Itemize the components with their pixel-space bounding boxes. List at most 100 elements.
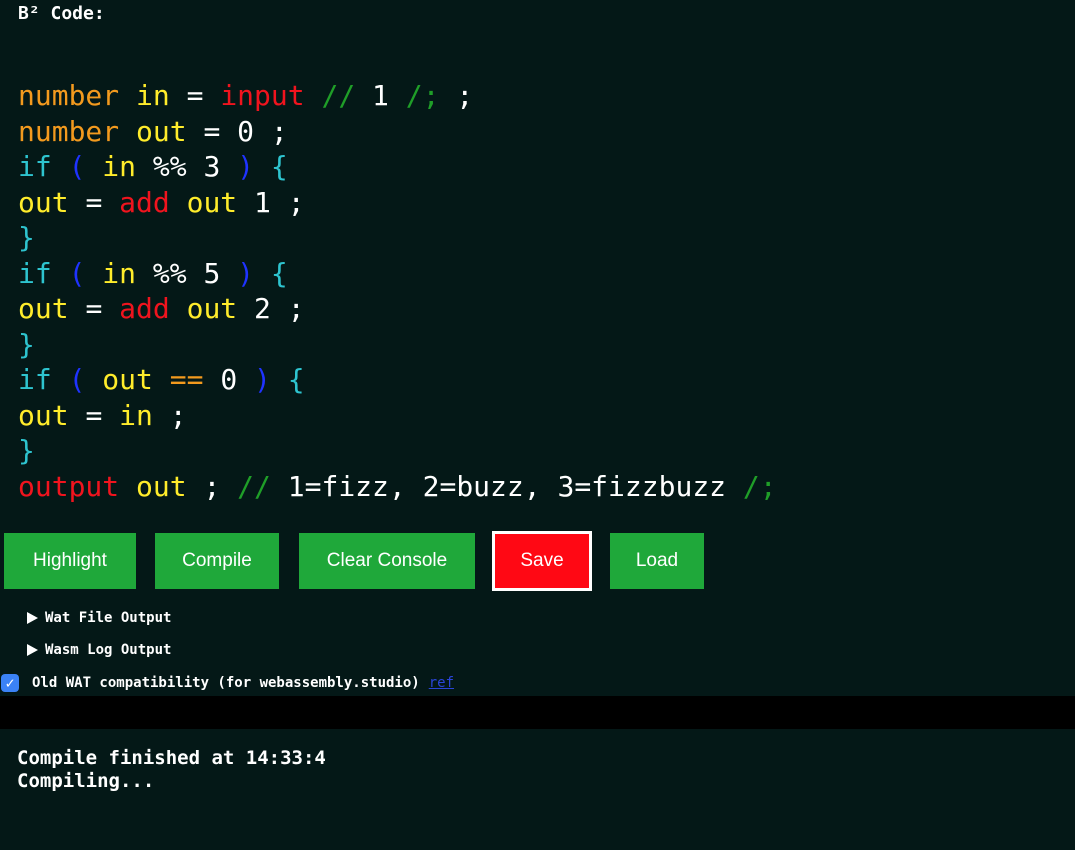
page: B² Code: number in = input // 1 /; ; numb… [0,0,1075,850]
code-line: out = add out 2 ; [18,291,1058,327]
code-line: number in = input // 1 /; ; [18,78,1058,114]
code-token: add [119,292,170,325]
code-token: ) [237,256,255,290]
code-token: = [85,292,103,325]
code-token: 1 [372,79,389,112]
highlight-button[interactable]: Highlight [4,533,136,589]
code-token: = [85,185,103,219]
code-token: } [18,434,35,467]
code-token: ; [287,185,305,219]
code-token: input [220,79,305,112]
code-token: out [136,469,187,503]
code-line: } [18,327,1058,363]
code-token: = [85,398,103,432]
code-token: = [203,114,221,148]
load-button[interactable]: Load [610,533,704,589]
code-token: 0 [237,114,255,148]
compat-checkbox[interactable]: ✓ [1,674,19,692]
code-token: ( [68,150,86,183]
code-token: { [287,363,305,396]
code-token: { [270,256,288,290]
code-token: add [119,185,170,219]
code-token: } [18,327,35,361]
code-token: out [186,292,238,325]
code-token: out [136,114,187,148]
code-token: %% [152,256,187,290]
disclosure-triangle-icon [27,644,38,656]
code-token: %% [152,150,187,183]
code-token: 0 [220,363,238,396]
code-token: } [18,221,35,254]
code-token: output [18,469,120,503]
console-line: Compile finished at 14:33:4 [17,747,326,769]
code-token: ; [456,79,474,112]
ref-link[interactable]: ref [429,675,454,691]
code-token: 1 [254,185,271,219]
code-token: ) [254,363,271,396]
code-token: out [186,185,238,219]
compile-button[interactable]: Compile [155,533,279,589]
compat-label: Old WAT compatibility (for webassembly.s… [32,675,420,691]
code-editor[interactable]: number in = input // 1 /; ; number out = … [18,78,1058,504]
code-token: in [102,256,137,290]
code-token: out [18,185,69,219]
code-token: // [237,469,271,503]
clear-console-button[interactable]: Clear Console [299,533,475,589]
code-token: number [18,79,120,112]
code-line: } [18,433,1058,469]
code-line: if ( out == 0 ) { [18,362,1058,398]
code-token: if [18,256,52,290]
code-token: ; [270,114,288,148]
wat-output-label: Wat File Output [45,610,172,626]
code-token: /; [742,469,777,503]
code-token: number [18,114,120,148]
console-output: Compile finished at 14:33:4 Compiling... [17,747,326,793]
code-token: { [270,150,288,183]
code-token: /; [405,79,440,112]
code-token: 1=fizz, 2=buzz, 3=fizzbuzz [287,469,727,503]
code-line: if ( in %% 3 ) { [18,149,1058,185]
save-button[interactable]: Save [492,531,592,591]
wasm-log-toggle[interactable]: Wasm Log Output [27,642,171,658]
checkmark-icon: ✓ [5,674,15,692]
code-token: == [169,363,204,396]
code-token: ( [68,256,86,290]
code-line: output out ; // 1=fizz, 2=buzz, 3=fizzbu… [18,469,1058,505]
console-divider [0,696,1075,729]
code-token: ; [203,469,221,503]
wat-output-toggle[interactable]: Wat File Output [27,610,171,626]
code-token: ; [169,398,187,432]
